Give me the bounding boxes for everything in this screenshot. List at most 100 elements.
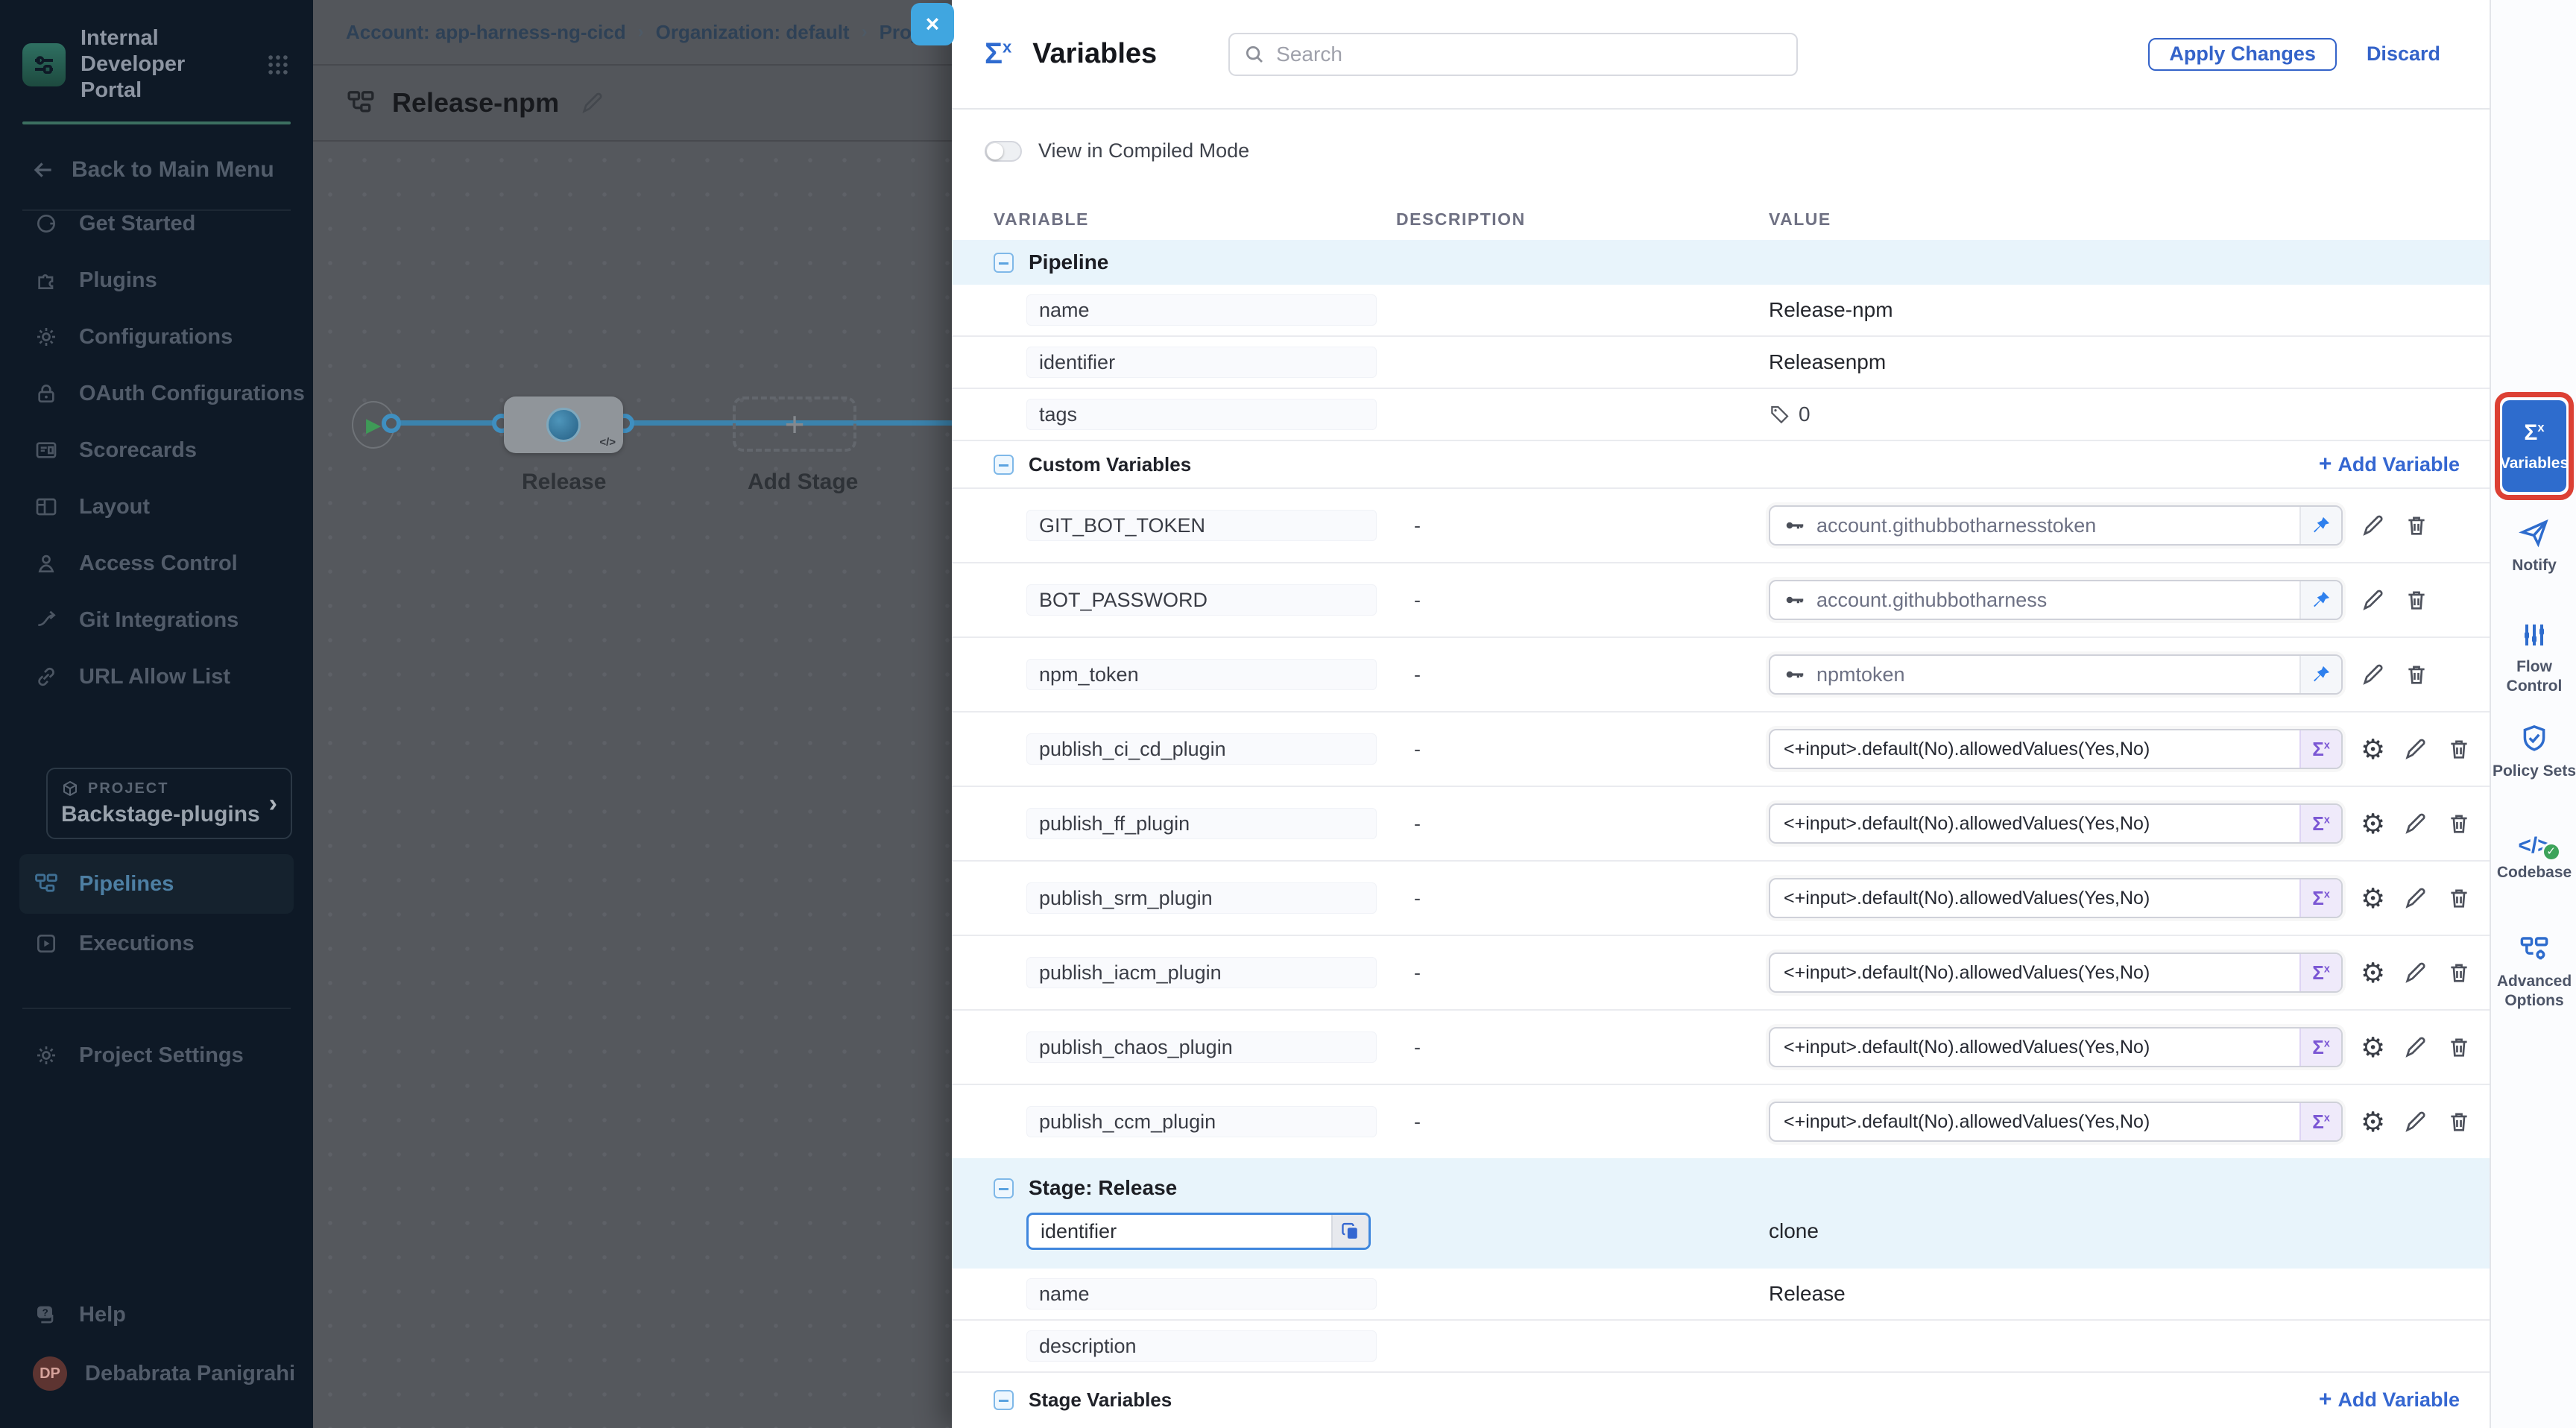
compiled-mode-toggle[interactable] — [985, 141, 1022, 162]
expression-value-input[interactable]: <+input>.default(No).allowedValues(Yes,N… — [1769, 878, 2343, 918]
right-tab-rail: Σx Variables Notify Flow Control Policy … — [2490, 0, 2576, 1428]
collapse-minus-icon[interactable] — [994, 1390, 1014, 1410]
sidebar-item-executions[interactable]: Executions — [19, 914, 294, 973]
expression-sigma-icon[interactable]: Σx — [2299, 1103, 2341, 1140]
tab-notify[interactable]: Notify — [2491, 517, 2576, 575]
variable-description: - — [1396, 812, 1769, 835]
stage-node-release[interactable]: </> — [504, 397, 623, 453]
tab-advanced-options[interactable]: Advanced Options — [2491, 933, 2576, 1011]
delete-trash-icon[interactable] — [2446, 811, 2472, 836]
graph-connector-line — [391, 420, 958, 426]
settings-gear-icon[interactable]: ⚙ — [2361, 959, 2385, 987]
sidebar-item-get-started[interactable]: Get Started — [0, 195, 313, 252]
close-panel-button[interactable]: × — [911, 3, 954, 45]
delete-trash-icon[interactable] — [2446, 960, 2472, 985]
project-selector[interactable]: PROJECT Backstage-plugins › — [46, 768, 292, 839]
settings-gear-icon[interactable]: ⚙ — [2361, 810, 2385, 838]
sidebar-item-url-allow-list[interactable]: URL Allow List — [0, 648, 313, 705]
delete-trash-icon[interactable] — [2404, 587, 2429, 613]
pin-button[interactable] — [2299, 656, 2341, 693]
expression-value-input[interactable]: <+input>.default(No).allowedValues(Yes,N… — [1769, 729, 2343, 769]
link-icon — [33, 665, 60, 689]
breadcrumb-organization[interactable]: Organization: default — [656, 21, 850, 44]
variable-name-pill: tags — [1026, 399, 1377, 430]
pin-button[interactable] — [2299, 581, 2341, 619]
edit-pencil-icon[interactable] — [2403, 1109, 2428, 1134]
secret-value-input[interactable]: npmtoken — [1769, 654, 2343, 695]
sidebar-item-scorecards[interactable]: Scorecards — [0, 422, 313, 478]
expression-sigma-icon[interactable]: Σx — [2299, 1029, 2341, 1066]
variable-value: clone — [1769, 1219, 2460, 1243]
edit-pencil-icon[interactable] — [2403, 811, 2428, 836]
expression-sigma-icon[interactable]: Σx — [2299, 730, 2341, 768]
expression-sigma-icon[interactable]: Σx — [2299, 805, 2341, 842]
app-logo-icon[interactable] — [22, 43, 66, 86]
help-button[interactable]: Help — [0, 1286, 313, 1343]
settings-gear-icon[interactable]: ⚙ — [2361, 736, 2385, 763]
sidebar-item-oauth-configurations[interactable]: OAuth Configurations — [0, 365, 313, 422]
table-row: publish_iacm_plugin - <+input>.default(N… — [952, 936, 2490, 1011]
search-input[interactable] — [1276, 42, 1783, 66]
edit-pencil-icon[interactable] — [2403, 1034, 2428, 1060]
secret-value-input[interactable]: account.githubbotharness — [1769, 580, 2343, 620]
variable-name-pill: npm_token — [1026, 659, 1377, 690]
plus-icon: + — [785, 404, 805, 444]
collapse-minus-icon[interactable] — [994, 455, 1014, 475]
tab-policy-sets[interactable]: Policy Sets — [2491, 723, 2576, 781]
sidebar-item-access-control[interactable]: Access Control — [0, 535, 313, 592]
sidebar-item-project-settings[interactable]: Project Settings — [0, 1027, 313, 1084]
collapse-minus-icon[interactable] — [994, 1178, 1014, 1198]
delete-trash-icon[interactable] — [2404, 662, 2429, 687]
sidebar-item-plugins[interactable]: Plugins — [0, 252, 313, 309]
table-row: tags 0 — [952, 389, 2490, 441]
edit-pencil-icon[interactable] — [2403, 885, 2428, 911]
add-variable-button[interactable]: +Add Variable — [2319, 1387, 2460, 1412]
pin-button[interactable] — [2299, 507, 2341, 544]
edit-pencil-icon[interactable] — [2403, 960, 2428, 985]
edit-pencil-icon[interactable] — [2361, 587, 2386, 613]
expression-value-input[interactable]: <+input>.default(No).allowedValues(Yes,N… — [1769, 803, 2343, 844]
delete-trash-icon[interactable] — [2446, 736, 2472, 762]
tab-codebase[interactable]: </>✓ Codebase — [2491, 836, 2576, 882]
collapse-minus-icon[interactable] — [994, 253, 1014, 273]
settings-gear-icon[interactable]: ⚙ — [2361, 1108, 2385, 1136]
table-header: VARIABLE DESCRIPTION VALUE — [952, 204, 2490, 234]
expression-sigma-icon[interactable]: Σx — [2299, 879, 2341, 917]
apply-changes-button[interactable]: Apply Changes — [2148, 38, 2337, 71]
edit-pencil-icon[interactable] — [2361, 513, 2386, 538]
add-variable-button[interactable]: +Add Variable — [2319, 452, 2460, 477]
user-menu[interactable]: DP Debabrata Panigrahi — [0, 1356, 313, 1391]
expression-value-input[interactable]: <+input>.default(No).allowedValues(Yes,N… — [1769, 1102, 2343, 1142]
tab-flow-control[interactable]: Flow Control — [2491, 620, 2576, 696]
table-row: publish_ccm_plugin - <+input>.default(No… — [952, 1085, 2490, 1160]
secret-value-input[interactable]: account.githubbotharnesstoken — [1769, 505, 2343, 546]
sidebar-item-pipelines[interactable]: Pipelines — [19, 854, 294, 914]
section-header-stage-variables: Stage Variables +Add Variable — [952, 1373, 2490, 1427]
sidebar-item-git-integrations[interactable]: Git Integrations — [0, 592, 313, 648]
copy-button[interactable] — [1331, 1215, 1368, 1248]
delete-trash-icon[interactable] — [2446, 1034, 2472, 1060]
delete-trash-icon[interactable] — [2446, 1109, 2472, 1134]
expression-value-input[interactable]: <+input>.default(No).allowedValues(Yes,N… — [1769, 952, 2343, 993]
search-box — [1228, 33, 1798, 76]
discard-link[interactable]: Discard — [2367, 42, 2440, 66]
sidebar-accent-rule — [22, 121, 291, 124]
edit-pencil-icon[interactable] — [2361, 662, 2386, 687]
variable-description: - — [1396, 887, 1769, 910]
identifier-input[interactable] — [1029, 1220, 1331, 1243]
edit-pencil-icon[interactable] — [580, 90, 605, 116]
breadcrumb-separator: › — [862, 22, 868, 42]
settings-gear-icon[interactable]: ⚙ — [2361, 885, 2385, 912]
delete-trash-icon[interactable] — [2404, 513, 2429, 538]
edit-pencil-icon[interactable] — [2403, 736, 2428, 762]
breadcrumb-account[interactable]: Account: app-harness-ng-cicd — [346, 21, 626, 44]
project-box-icon — [61, 780, 79, 797]
delete-trash-icon[interactable] — [2446, 885, 2472, 911]
sidebar-item-configurations[interactable]: Configurations — [0, 309, 313, 365]
add-stage-button[interactable]: + — [733, 397, 856, 452]
expression-sigma-icon[interactable]: Σx — [2299, 954, 2341, 991]
settings-gear-icon[interactable]: ⚙ — [2361, 1034, 2385, 1061]
app-switcher-icon[interactable] — [265, 52, 291, 78]
sidebar-item-layout[interactable]: Layout — [0, 478, 313, 535]
expression-value-input[interactable]: <+input>.default(No).allowedValues(Yes,N… — [1769, 1027, 2343, 1067]
